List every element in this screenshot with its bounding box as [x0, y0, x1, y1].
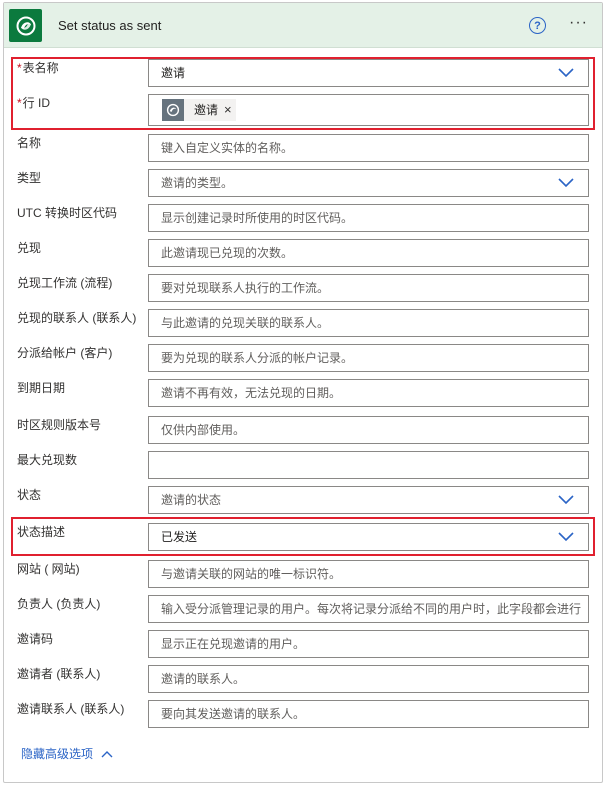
- chevron-down-icon: [558, 495, 574, 505]
- redeemed-contact-input[interactable]: 与此邀请的兑现关联的联系人。: [148, 309, 589, 337]
- chevron-up-icon: [101, 750, 113, 757]
- status-dropdown[interactable]: 邀请的状态: [148, 486, 589, 514]
- field-label: 邀请码: [17, 632, 54, 646]
- dropdown-placeholder: 邀请的状态: [161, 493, 222, 507]
- field-row-expiry-date: 到期日期 邀请不再有效，无法兑现的日期。: [4, 379, 604, 411]
- field-row-status-reason: 状态描述 已发送: [4, 523, 604, 555]
- token-label: 邀请: [194, 103, 219, 117]
- field-label: 最大兑现数: [17, 453, 78, 467]
- action-card: Set status as sent ? ··· *表名称 邀请 *行 ID 邀…: [3, 2, 603, 783]
- dropdown-placeholder: 邀请的类型。: [161, 176, 234, 190]
- field-row-name: 名称 键入自定义实体的名称。: [4, 134, 604, 166]
- chevron-down-icon: [558, 178, 574, 188]
- field-label: 状态描述: [17, 525, 66, 539]
- field-label: 兑现工作流 (流程): [17, 276, 113, 290]
- field-row-timezone-rule: 时区规则版本号 仅供内部使用。: [4, 416, 604, 448]
- field-row-redeemed: 兑现 此邀请现已兑现的次数。: [4, 239, 604, 271]
- field-label: *表名称: [17, 61, 59, 75]
- field-row-inviter: 邀请者 (联系人) 邀请的联系人。: [4, 665, 604, 697]
- field-label: 网站 ( 网站): [17, 562, 80, 576]
- utc-conversion-input[interactable]: 显示创建记录时所使用的时区代码。: [148, 204, 589, 232]
- field-label: UTC 转换时区代码: [17, 206, 117, 220]
- name-input[interactable]: 键入自定义实体的名称。: [148, 134, 589, 162]
- field-row-status: 状态 邀请的状态: [4, 486, 604, 518]
- field-label: 类型: [17, 171, 42, 185]
- field-row-website: 网站 ( 网站) 与邀请关联的网站的唯一标识符。: [4, 560, 604, 592]
- timezone-rule-input[interactable]: 仅供内部使用。: [148, 416, 589, 444]
- owner-input[interactable]: 输入受分派管理记录的用户。每次将记录分派给不同的用户时，此字段都会进行: [148, 595, 589, 623]
- remove-token-icon[interactable]: ×: [224, 97, 236, 123]
- field-label: 分派给帐户 (客户): [17, 346, 113, 360]
- field-row-utc-conversion: UTC 转换时区代码 显示创建记录时所使用的时区代码。: [4, 204, 604, 236]
- toggle-label: 隐藏高级选项: [21, 747, 94, 761]
- more-options-icon[interactable]: ···: [569, 14, 588, 32]
- help-icon[interactable]: ?: [529, 17, 546, 34]
- field-row-assign-account: 分派给帐户 (客户) 要为兑现的联系人分派的帐户记录。: [4, 344, 604, 376]
- dataverse-token-icon: [162, 99, 184, 121]
- field-row-row-id: *行 ID 邀请 ×: [4, 94, 604, 126]
- invite-contact-input[interactable]: 要向其发送邀请的联系人。: [148, 700, 589, 728]
- field-label: 负责人 (负责人): [17, 597, 101, 611]
- row-id-token[interactable]: 邀请 ×: [162, 99, 236, 121]
- hide-advanced-options-link[interactable]: 隐藏高级选项: [21, 745, 113, 762]
- required-marker: *: [17, 96, 22, 110]
- redemption-workflow-input[interactable]: 要对兑现联系人执行的工作流。: [148, 274, 589, 302]
- field-row-table-name: *表名称 邀请: [4, 59, 604, 91]
- table-name-dropdown[interactable]: 邀请: [148, 59, 589, 87]
- dropdown-value: 邀请: [161, 66, 186, 80]
- card-header[interactable]: Set status as sent ? ···: [4, 3, 602, 48]
- field-label: 邀请者 (联系人): [17, 667, 101, 681]
- status-reason-dropdown[interactable]: 已发送: [148, 523, 589, 551]
- field-label: *行 ID: [17, 96, 51, 110]
- field-row-invite-contact: 邀请联系人 (联系人) 要向其发送邀请的联系人。: [4, 700, 604, 732]
- field-label: 状态: [17, 488, 42, 502]
- dropdown-value: 已发送: [161, 530, 198, 544]
- field-row-invite-code: 邀请码 显示正在兑现邀请的用户。: [4, 630, 604, 662]
- website-input[interactable]: 与邀请关联的网站的唯一标识符。: [148, 560, 589, 588]
- field-label: 名称: [17, 136, 42, 150]
- assign-account-input[interactable]: 要为兑现的联系人分派的帐户记录。: [148, 344, 589, 372]
- field-row-owner: 负责人 (负责人) 输入受分派管理记录的用户。每次将记录分派给不同的用户时，此字…: [4, 595, 604, 627]
- field-label: 兑现的联系人 (联系人): [17, 311, 137, 325]
- max-redemptions-input[interactable]: [148, 451, 589, 479]
- action-title: Set status as sent: [58, 18, 162, 33]
- inviter-input[interactable]: 邀请的联系人。: [148, 665, 589, 693]
- field-row-redeemed-contact: 兑现的联系人 (联系人) 与此邀请的兑现关联的联系人。: [4, 309, 604, 341]
- chevron-down-icon: [558, 532, 574, 542]
- redeemed-input[interactable]: 此邀请现已兑现的次数。: [148, 239, 589, 267]
- required-marker: *: [17, 61, 22, 75]
- field-row-redemption-workflow: 兑现工作流 (流程) 要对兑现联系人执行的工作流。: [4, 274, 604, 306]
- expiry-date-input[interactable]: 邀请不再有效，无法兑现的日期。: [148, 379, 589, 407]
- field-label: 时区规则版本号: [17, 418, 102, 432]
- chevron-down-icon: [558, 68, 574, 78]
- row-id-input[interactable]: 邀请 ×: [148, 94, 589, 126]
- field-row-max-redemptions: 最大兑现数: [4, 451, 604, 483]
- field-label: 兑现: [17, 241, 42, 255]
- field-label: 邀请联系人 (联系人): [17, 702, 125, 716]
- dataverse-icon: [9, 9, 42, 42]
- field-label: 到期日期: [17, 381, 66, 395]
- field-row-type: 类型 邀请的类型。: [4, 169, 604, 201]
- invite-code-input[interactable]: 显示正在兑现邀请的用户。: [148, 630, 589, 658]
- type-dropdown[interactable]: 邀请的类型。: [148, 169, 589, 197]
